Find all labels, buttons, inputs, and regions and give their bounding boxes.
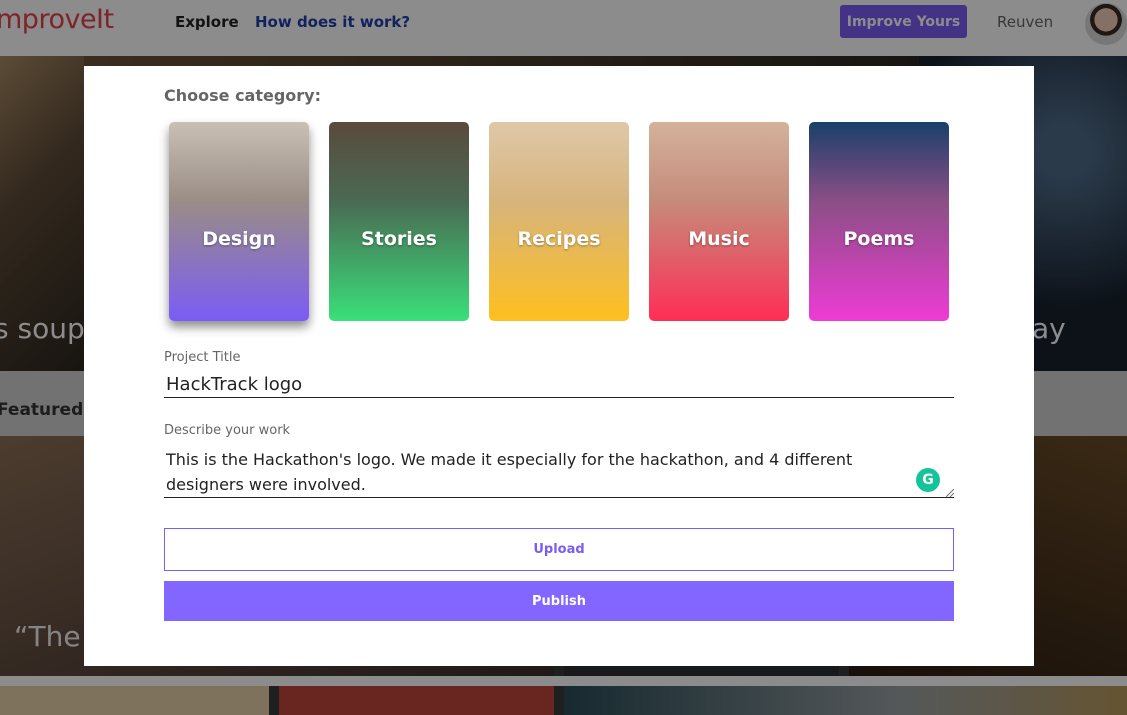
grammarly-icon[interactable]: G [916, 468, 940, 492]
category-card-music[interactable]: Music [649, 122, 789, 321]
upload-button[interactable]: Upload [164, 528, 954, 571]
project-title-label: Project Title [164, 350, 241, 365]
category-cards: Design Stories Recipes Music Poems [169, 122, 949, 322]
category-card-recipes[interactable]: Recipes [489, 122, 629, 321]
category-label: Recipes [517, 228, 601, 250]
category-label: Stories [361, 228, 437, 250]
category-card-design[interactable]: Design [169, 122, 309, 321]
choose-category-label: Choose category: [164, 86, 322, 105]
description-label: Describe your work [164, 423, 291, 438]
project-title-input[interactable] [164, 371, 954, 398]
category-label: Poems [843, 228, 915, 250]
resize-handle-icon[interactable] [946, 489, 954, 497]
publish-button[interactable]: Publish [164, 581, 954, 621]
description-text: This is the Hackathon's logo. We made it… [166, 450, 853, 494]
new-project-modal: Choose category: Design Stories Recipes … [84, 66, 1034, 666]
category-label: Design [202, 228, 276, 250]
category-label: Music [688, 228, 750, 250]
category-card-poems[interactable]: Poems [809, 122, 949, 321]
description-textarea[interactable]: This is the Hackathon's logo. We made it… [164, 446, 954, 498]
category-card-stories[interactable]: Stories [329, 122, 469, 321]
